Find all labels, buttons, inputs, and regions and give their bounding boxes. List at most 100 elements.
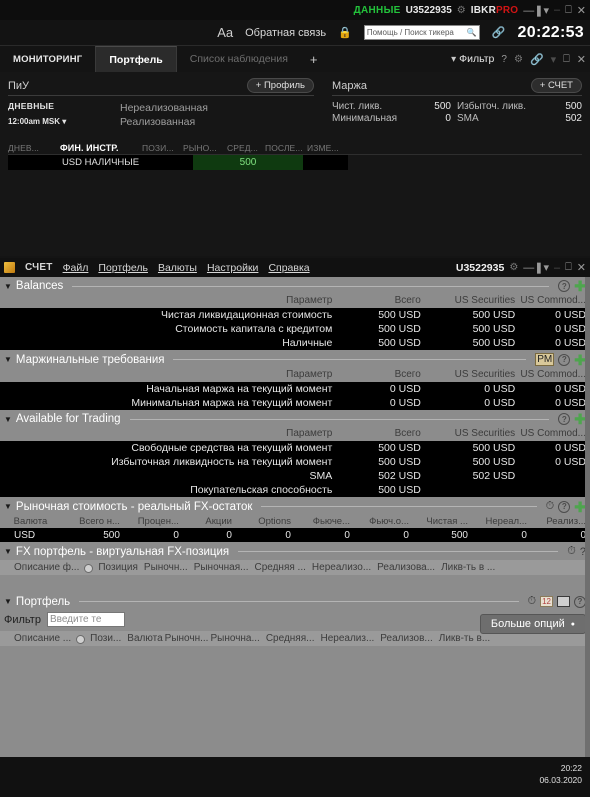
scrollbar[interactable]	[585, 277, 590, 797]
calendar-pm-icon[interactable]: PM	[535, 353, 555, 366]
col-total[interactable]: Всего	[336, 427, 425, 441]
col-unrealized[interactable]: Нереализ...	[320, 633, 374, 644]
col-market-value[interactable]: Рыночна...	[210, 633, 259, 644]
col-realized[interactable]: Реализ...	[530, 515, 590, 528]
help-icon[interactable]: ?	[558, 500, 571, 513]
table-row[interactable]: Стоимость капитала с кредитом 500 USD 50…	[0, 322, 590, 336]
col-unrealized[interactable]: Нереал...	[471, 515, 531, 528]
col-currency[interactable]: Валюта	[0, 515, 65, 528]
col-futures[interactable]: Фьюче...	[294, 515, 354, 528]
pin-icon[interactable]: —❚▾	[523, 261, 549, 274]
minimize-icon[interactable]: –	[554, 4, 560, 16]
link-icon[interactable]: 🔗	[492, 26, 506, 39]
fx-portfolio-header[interactable]: ▼ FX портфель - виртуальная FX-позиция ⏱…	[0, 542, 590, 560]
font-size-button[interactable]: Aa	[217, 25, 233, 40]
col-change[interactable]: ИЗМЕ...	[307, 143, 347, 153]
chevron-down-icon[interactable]: ▼	[4, 415, 12, 424]
portfolio-header[interactable]: ▼ Портфель ⏱ 12 ?	[0, 592, 590, 610]
col-unrealized[interactable]: Нереализо...	[312, 562, 371, 573]
col-interest[interactable]: Процен...	[123, 515, 183, 528]
col-total-cash[interactable]: Всего н...	[64, 515, 124, 528]
menu-help[interactable]: Справка	[268, 262, 309, 274]
clock-icon[interactable]: ⏱	[567, 545, 576, 558]
margin-requirements-header[interactable]: ▼ Маржинальные требования PM ? ✚	[0, 350, 590, 368]
pnl-time-selector[interactable]: 12:00am MSK ▾	[8, 117, 120, 126]
table-row[interactable]: Начальная маржа на текущий момент 0 USD …	[0, 382, 590, 396]
restore-icon[interactable]: ⎕	[563, 53, 570, 66]
col-position[interactable]: Пози...	[90, 633, 121, 644]
tab-monitoring[interactable]: МОНИТОРИНГ	[0, 46, 95, 72]
col-us-commodities[interactable]: US Commod...	[519, 294, 590, 308]
chevron-down-icon[interactable]: ▼	[4, 502, 12, 511]
col-us-commodities[interactable]: US Commod...	[519, 427, 590, 441]
help-question-icon[interactable]: ?	[501, 54, 507, 65]
restore-icon[interactable]: ⎕	[565, 261, 572, 274]
col-net[interactable]: Чистая ...	[412, 515, 472, 528]
more-options-button[interactable]: Больше опций ●	[479, 614, 586, 634]
table-row[interactable]: SMA 502 USD 502 USD	[0, 469, 590, 483]
table-row[interactable]: Избыточная ликвидность на текущий момент…	[0, 455, 590, 469]
col-last[interactable]: ПОСЛЕ...	[265, 143, 307, 153]
menu-settings[interactable]: Настройки	[207, 262, 259, 274]
col-average[interactable]: СРЕД...	[227, 143, 265, 153]
gear-icon[interactable]: ⚙	[457, 5, 466, 16]
close-icon[interactable]: ✕	[577, 53, 586, 66]
calendar-icon[interactable]: 12	[540, 596, 553, 607]
col-futures-options[interactable]: Фьюч.о...	[353, 515, 413, 528]
chevron-down-icon[interactable]: ▾	[551, 53, 557, 66]
col-average[interactable]: Средняя ...	[254, 562, 305, 573]
col-market-price[interactable]: Рыночн...	[144, 562, 188, 573]
col-liquidity[interactable]: Ликв-ть в...	[439, 633, 490, 644]
table-row[interactable]: USD НАЛИЧНЫЕ 500	[8, 155, 348, 170]
clock-icon[interactable]: ⏱	[546, 500, 555, 513]
col-us-securities[interactable]: US Securities	[424, 427, 520, 441]
table-row[interactable]: USD 500 0 0 0 0 0 500 0 0	[0, 528, 590, 542]
col-description[interactable]: Описание ф...	[14, 562, 79, 573]
gear-icon[interactable]: ⚙	[514, 54, 523, 65]
chevron-down-icon[interactable]: ▼	[4, 597, 12, 606]
col-instrument[interactable]: ФИН. ИНСТР.	[60, 143, 142, 153]
feedback-link[interactable]: Обратная связь	[245, 27, 326, 39]
col-realized[interactable]: Реализов...	[380, 633, 432, 644]
market-value-header[interactable]: ▼ Рыночная стоимость - реальный FX-остат…	[0, 497, 590, 515]
col-stocks[interactable]: Акции	[182, 515, 236, 528]
sort-indicator-icon[interactable]	[76, 635, 86, 644]
balances-header[interactable]: ▼ Balances ? ✚	[0, 277, 590, 294]
col-parameter[interactable]: Параметр	[0, 427, 337, 441]
chevron-down-icon[interactable]: ▼	[4, 282, 12, 291]
menu-file[interactable]: Файл	[63, 262, 89, 274]
link-icon[interactable]: 🔗	[530, 53, 544, 66]
col-us-securities[interactable]: US Securities	[424, 368, 520, 382]
col-total[interactable]: Всего	[336, 368, 425, 382]
pin-icon[interactable]: —❚▾	[523, 4, 549, 17]
menu-portfolio[interactable]: Портфель	[98, 262, 148, 274]
col-realized[interactable]: Реализова...	[377, 562, 435, 573]
col-options[interactable]: Options	[235, 515, 295, 528]
table-row[interactable]: Покупательская способность 500 USD	[0, 483, 590, 497]
col-market-value[interactable]: Рыночная...	[194, 562, 249, 573]
col-total[interactable]: Всего	[336, 294, 425, 308]
col-liquidity[interactable]: Ликв-ть в ...	[441, 562, 495, 573]
col-currency[interactable]: Валюта	[127, 633, 162, 644]
col-us-commodities[interactable]: US Commod...	[519, 368, 590, 382]
filter-button[interactable]: ▾ Фильтр	[451, 53, 494, 65]
help-icon[interactable]: ?	[558, 413, 571, 425]
table-row[interactable]: Минимальная маржа на текущий момент 0 US…	[0, 396, 590, 410]
clock-icon[interactable]: ⏱	[528, 595, 537, 608]
col-parameter[interactable]: Параметр	[0, 368, 337, 382]
gear-icon[interactable]: ⚙	[509, 262, 518, 273]
restore-icon[interactable]: ⎕	[565, 4, 572, 17]
table-row[interactable]: Чистая ликвидационная стоимость 500 USD …	[0, 308, 590, 322]
tab-portfolio[interactable]: Портфель	[95, 46, 177, 72]
col-market-price[interactable]: Рыночн...	[165, 633, 209, 644]
col-position[interactable]: Позиция	[98, 562, 138, 573]
help-icon[interactable]: ?	[558, 353, 571, 366]
col-daily[interactable]: ДНЕВ...	[8, 143, 60, 153]
chevron-down-icon[interactable]: ▼	[4, 547, 12, 556]
table-row[interactable]: Свободные средства на текущий момент 500…	[0, 441, 590, 455]
add-account-button[interactable]: + СЧЕТ	[530, 78, 582, 93]
col-average[interactable]: Средняя...	[266, 633, 315, 644]
close-icon[interactable]: ✕	[577, 261, 586, 274]
search-input[interactable]: Помощь / Поиск тикера 🔍	[363, 25, 480, 40]
sort-indicator-icon[interactable]	[84, 564, 94, 573]
